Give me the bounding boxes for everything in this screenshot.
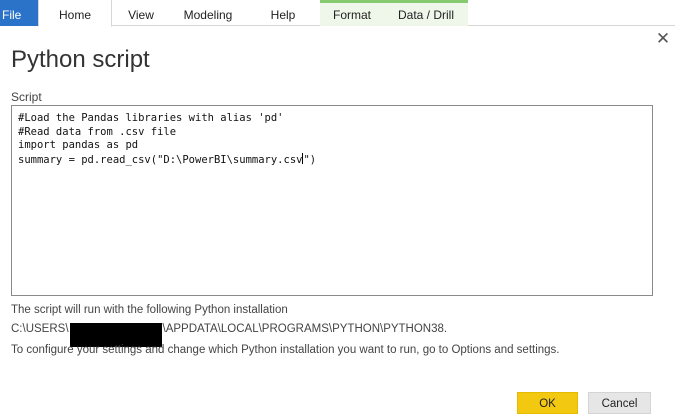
cancel-button[interactable]: Cancel	[588, 392, 651, 414]
options-hint: To configure your settings and change wh…	[11, 344, 560, 356]
code-text-before-caret: summary = pd.read_csv("D:\PowerBI\summar…	[18, 153, 303, 166]
close-icon[interactable]: ✕	[655, 31, 671, 48]
code-text-after-caret: ")	[303, 153, 317, 166]
code-line: import pandas as pd	[18, 139, 139, 151]
dialog-title: Python script	[11, 46, 150, 73]
power-bi-window: File Home View Modeling Help Format Data…	[0, 0, 675, 419]
code-line: summary = pd.read_csv("D:\PowerBI\summar…	[18, 152, 646, 168]
ribbon-tab-bar: File Home View Modeling Help Format Data…	[0, 0, 675, 27]
ok-button[interactable]: OK	[517, 392, 578, 414]
path-suffix: \APPDATA\LOCAL\PROGRAMS\PYTHON\PYTHON38.	[162, 323, 448, 335]
tab-view[interactable]: View	[112, 0, 170, 26]
script-label: Script	[11, 90, 42, 104]
tab-help[interactable]: Help	[246, 0, 320, 26]
tab-data-drill[interactable]: Data / Drill	[384, 0, 468, 26]
code-line: #Load the Pandas libraries with alias 'p…	[18, 112, 284, 124]
tab-home[interactable]: Home	[38, 0, 112, 27]
tab-modeling[interactable]: Modeling	[170, 0, 246, 26]
tab-file[interactable]: File	[0, 0, 38, 26]
tab-format[interactable]: Format	[320, 0, 384, 26]
python-install-info: The script will run with the following P…	[11, 304, 288, 316]
script-editor[interactable]: #Load the Pandas libraries with alias 'p…	[11, 105, 653, 296]
code-line: #Read data from .csv file	[18, 125, 177, 138]
path-prefix: C:\USERS\	[11, 323, 69, 335]
